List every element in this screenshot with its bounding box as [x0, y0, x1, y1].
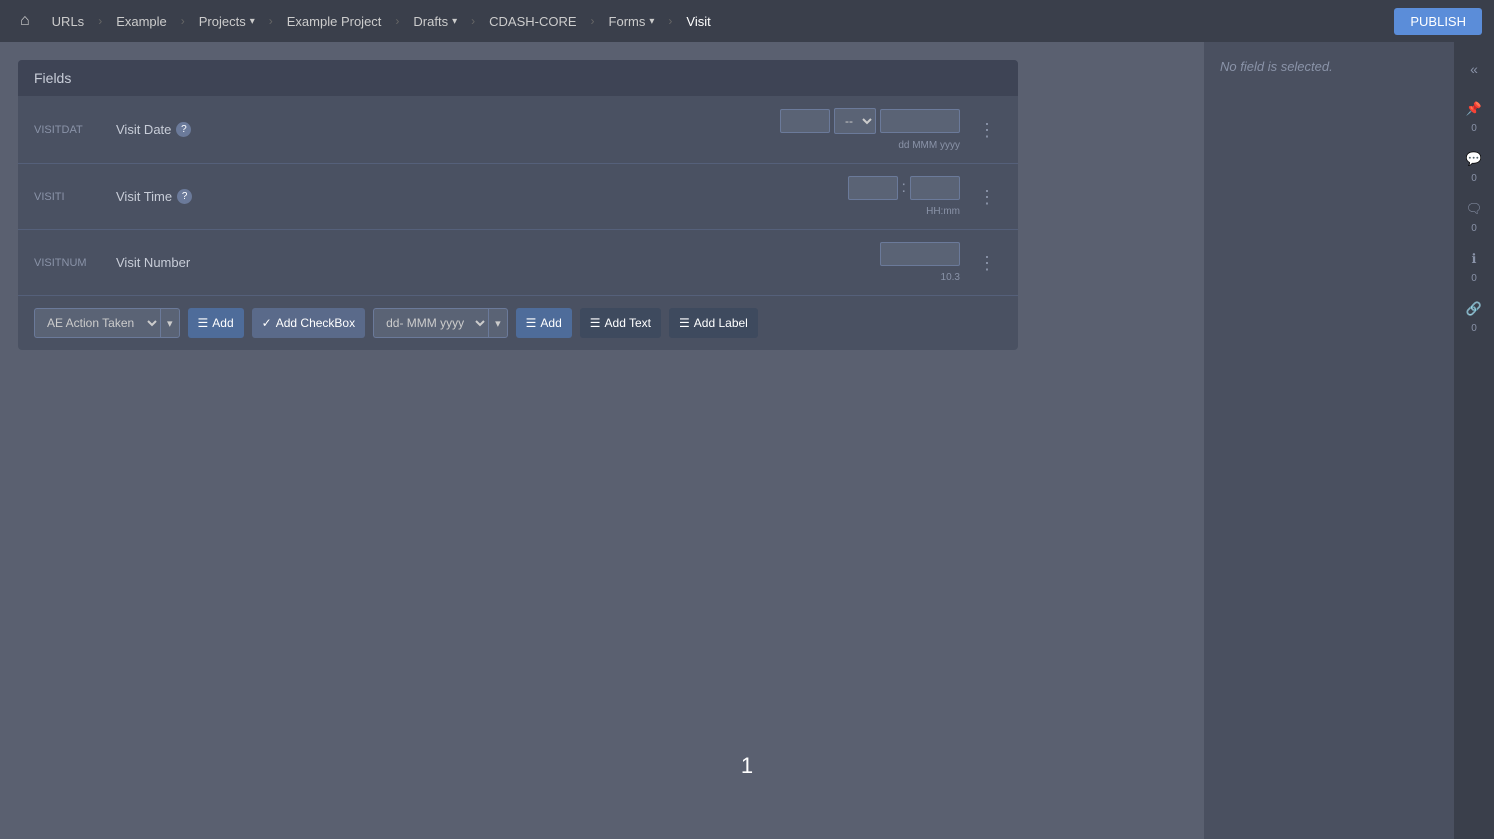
comment-count: 0 [1471, 174, 1477, 184]
table-row: VISITI Visit Time ? : HH:mm ⋮ [18, 164, 1018, 230]
nav-item-cdash-core[interactable]: CDASH-CORE [479, 10, 586, 33]
field-controls-visittime: : HH:mm [848, 176, 960, 217]
fields-card: Fields VISITDAT Visit Date ? -- [18, 60, 1018, 350]
add-label-icon: ☰ [679, 316, 690, 330]
add-checkbox-button[interactable]: ✓ Add CheckBox [252, 308, 365, 338]
date-format-select[interactable]: dd- MMM yyyy [373, 308, 488, 338]
pin-button[interactable]: 📌 [1456, 94, 1492, 124]
time-inputs: : [848, 176, 960, 200]
field-id-visiti: VISITI [34, 191, 104, 203]
nav-item-projects[interactable]: Projects ▾ [189, 10, 265, 33]
add-text-button[interactable]: ☰ Add Text [580, 308, 661, 338]
nav-item-example-project[interactable]: Example Project [277, 10, 392, 33]
nav-right-section: PUBLISH [1394, 8, 1482, 35]
nav-item-visit[interactable]: Visit [676, 10, 720, 33]
main-layout: Fields VISITDAT Visit Date ? -- [0, 42, 1494, 839]
field-label-visitdate: Visit Date ? [116, 122, 768, 137]
pin-icon-group: 📌 0 [1456, 94, 1492, 134]
number-inputs [880, 242, 960, 266]
no-field-text: No field is selected. [1220, 59, 1333, 74]
chat-count: 0 [1471, 224, 1477, 234]
field-menu-button-visitnumber[interactable]: ⋮ [972, 252, 1002, 274]
top-navigation: ⌂ URLs › Example › Projects ▾ › Example … [0, 0, 1494, 42]
right-sidebar: « 📌 0 💬 0 🗨 0 ℹ 0 [1454, 42, 1494, 839]
checkbox-icon: ✓ [262, 316, 272, 330]
field-id-visitdat: VISITDAT [34, 124, 104, 136]
add-label-button[interactable]: ☰ Add Label [669, 308, 758, 338]
link-icon: 🔗 [1466, 301, 1482, 317]
field-id-visitnum: VISITNUM [34, 257, 104, 269]
action-taken-select[interactable]: AE Action Taken [34, 308, 160, 338]
link-button[interactable]: 🔗 [1456, 294, 1492, 324]
nav-item-drafts[interactable]: Drafts ▾ [403, 10, 467, 33]
number-hint: 10.3 [941, 272, 960, 283]
date-inputs: -- [780, 108, 960, 134]
page-number: 1 [741, 753, 753, 779]
nav-item-example[interactable]: Example [106, 10, 177, 33]
add-field-button[interactable]: ☰ Add [188, 308, 244, 338]
add-field-icon: ☰ [198, 316, 209, 330]
table-row: VISITDAT Visit Date ? -- dd MMM yyyy ⋮ [18, 96, 1018, 164]
collapse-sidebar-button[interactable]: « [1456, 54, 1492, 84]
date-format-group: dd- MMM yyyy ▾ [373, 308, 508, 338]
date-day-input[interactable] [780, 109, 830, 133]
home-nav-icon[interactable]: ⌂ [12, 8, 38, 34]
chat-icon: 🗨 [1466, 201, 1483, 217]
bottom-toolbar: AE Action Taken ▾ ☰ Add ✓ Add CheckBox [18, 296, 1018, 350]
publish-button[interactable]: PUBLISH [1394, 8, 1482, 35]
nav-item-urls[interactable]: URLs [42, 10, 95, 33]
field-menu-button-visitdate[interactable]: ⋮ [972, 119, 1002, 141]
table-row: VISITNUM Visit Number 10.3 ⋮ [18, 230, 1018, 296]
action-taken-dropdown-group: AE Action Taken ▾ [34, 308, 180, 338]
info-count: 0 [1471, 274, 1477, 284]
center-panel: Fields VISITDAT Visit Date ? -- [0, 42, 1204, 839]
field-label-visittime: Visit Time ? [116, 189, 836, 204]
time-minute-input[interactable] [910, 176, 960, 200]
help-icon-visittime[interactable]: ? [177, 189, 192, 204]
link-icon-group: 🔗 0 [1456, 294, 1492, 334]
field-controls-visitdate: -- dd MMM yyyy [780, 108, 960, 151]
help-icon-visitdate[interactable]: ? [176, 122, 191, 137]
date-hint: dd MMM yyyy [898, 140, 960, 151]
link-count: 0 [1471, 324, 1477, 334]
nav-item-forms[interactable]: Forms ▾ [599, 10, 665, 33]
add-text-icon: ☰ [590, 316, 601, 330]
forms-chevron-icon: ▾ [649, 16, 654, 27]
projects-chevron-icon: ▾ [250, 16, 255, 27]
visit-number-input[interactable] [880, 242, 960, 266]
info-button[interactable]: ℹ [1456, 244, 1492, 274]
time-hint: HH:mm [926, 206, 960, 217]
field-controls-visitnumber: 10.3 [880, 242, 960, 283]
chat-button[interactable]: 🗨 [1456, 194, 1492, 224]
add-date-icon: ☰ [526, 316, 537, 330]
add-date-button[interactable]: ☰ Add [516, 308, 572, 338]
info-icon-group: ℹ 0 [1456, 244, 1492, 284]
pin-icon: 📌 [1466, 101, 1482, 117]
date-month-select[interactable]: -- [834, 108, 876, 134]
info-icon: ℹ [1472, 251, 1477, 267]
field-menu-button-visittime[interactable]: ⋮ [972, 186, 1002, 208]
action-taken-dropdown-arrow[interactable]: ▾ [160, 308, 180, 338]
fields-header: Fields [18, 60, 1018, 96]
chat-icon-group: 🗨 0 [1456, 194, 1492, 234]
comment-icon-group: 💬 0 [1456, 144, 1492, 184]
comment-icon: 💬 [1466, 151, 1482, 167]
drafts-chevron-icon: ▾ [452, 16, 457, 27]
date-format-arrow[interactable]: ▾ [488, 308, 508, 338]
date-year-input[interactable] [880, 109, 960, 133]
comment-button[interactable]: 💬 [1456, 144, 1492, 174]
pin-count: 0 [1471, 124, 1477, 134]
no-field-panel: No field is selected. [1204, 42, 1454, 839]
time-hour-input[interactable] [848, 176, 898, 200]
collapse-icon-group: « [1456, 54, 1492, 84]
field-label-visitnumber: Visit Number [116, 255, 868, 270]
